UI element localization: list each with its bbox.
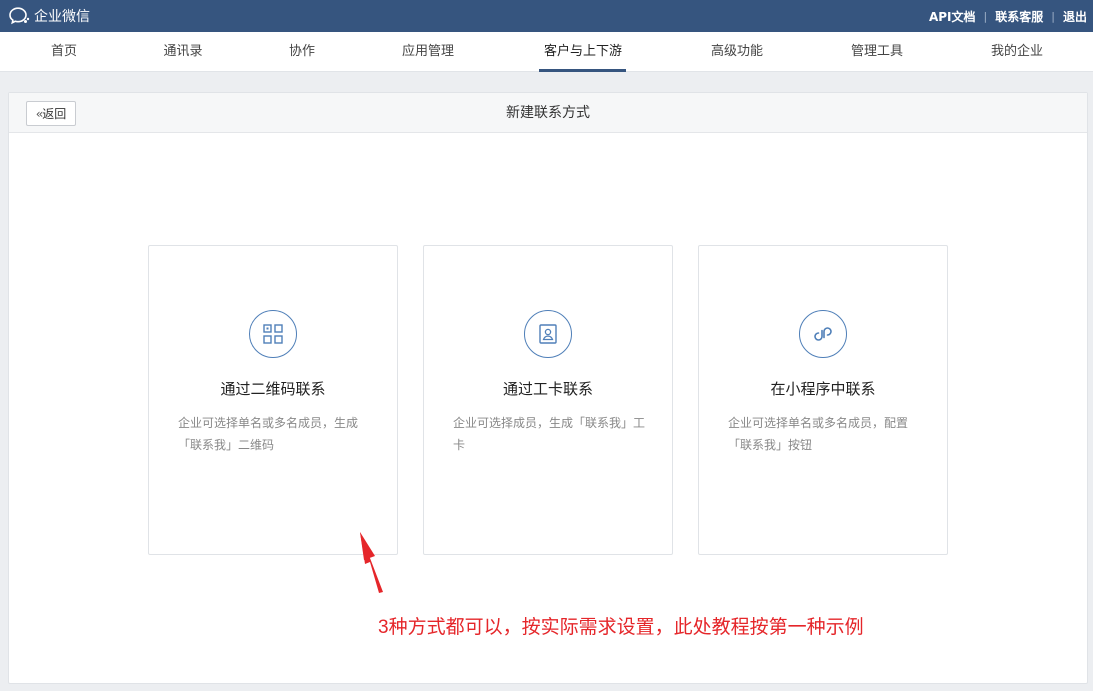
api-docs-link[interactable]: API文档: [929, 8, 976, 25]
main-nav: 首页 通讯录 协作 应用管理 客户与上下游 高级功能 管理工具 我的企业: [0, 32, 1093, 72]
nav-advanced[interactable]: 高级功能: [711, 32, 763, 72]
page-title: 新建联系方式: [506, 105, 590, 121]
card-title: 通过工卡联系: [502, 380, 593, 398]
top-links: API文档 | 联系客服 | 退出: [929, 0, 1087, 32]
back-label: 返回: [42, 107, 67, 121]
brand-logo[interactable]: 企业微信: [8, 5, 90, 27]
card-title: 通过二维码联系: [220, 380, 326, 398]
nav-home[interactable]: 首页: [51, 32, 77, 72]
badge-icon: [524, 310, 572, 358]
wecom-logo-icon: [9, 7, 30, 25]
badge-contact-card[interactable]: 通过工卡联系 企业可选择成员，生成「联系我」工卡: [423, 245, 673, 555]
card-title: 在小程序中联系: [770, 380, 876, 398]
logout-link[interactable]: 退出: [1063, 8, 1087, 25]
nav-admin-tools[interactable]: 管理工具: [851, 32, 903, 72]
back-button[interactable]: ‹‹ 返回: [26, 101, 76, 126]
nav-customers[interactable]: 客户与上下游: [544, 32, 622, 72]
card-description: 企业可选择单名或多名成员，生成「联系我」二维码: [178, 416, 359, 452]
double-chevron-left-icon: ‹‹: [35, 106, 43, 121]
qr-code-icon: [249, 310, 297, 358]
card-description: 企业可选择单名或多名成员，配置「联系我」按钮: [728, 416, 909, 452]
mini-program-contact-card[interactable]: 在小程序中联系 企业可选择单名或多名成员，配置「联系我」按钮: [698, 245, 948, 555]
brand-name: 企业微信: [34, 9, 90, 25]
annotation-text: 3种方式都可以，按实际需求设置，此处教程按第一种示例: [378, 617, 864, 638]
link-separator: |: [983, 9, 988, 23]
nav-my-company[interactable]: 我的企业: [991, 32, 1043, 72]
nav-app-management[interactable]: 应用管理: [402, 32, 454, 72]
active-tab-indicator: [539, 69, 626, 72]
contact-support-link[interactable]: 联系客服: [995, 8, 1043, 25]
top-bar: 企业微信 API文档 | 联系客服 | 退出: [0, 0, 1093, 32]
panel-header: 新建联系方式 ‹‹ 返回: [9, 93, 1087, 133]
nav-contacts[interactable]: 通讯录: [163, 32, 202, 72]
annotation-arrow-icon: [360, 532, 383, 593]
qr-code-contact-card[interactable]: 通过二维码联系 企业可选择单名或多名成员，生成「联系我」二维码: [148, 245, 398, 555]
card-description: 企业可选择成员，生成「联系我」工卡: [453, 416, 646, 452]
nav-collaboration[interactable]: 协作: [289, 32, 315, 72]
mini-program-icon: [799, 310, 847, 358]
link-separator: |: [1051, 9, 1055, 23]
content-panel: 新建联系方式 ‹‹ 返回 通过二维码联系 企业可选择单名或多名成员，生成「联系我…: [8, 92, 1088, 684]
